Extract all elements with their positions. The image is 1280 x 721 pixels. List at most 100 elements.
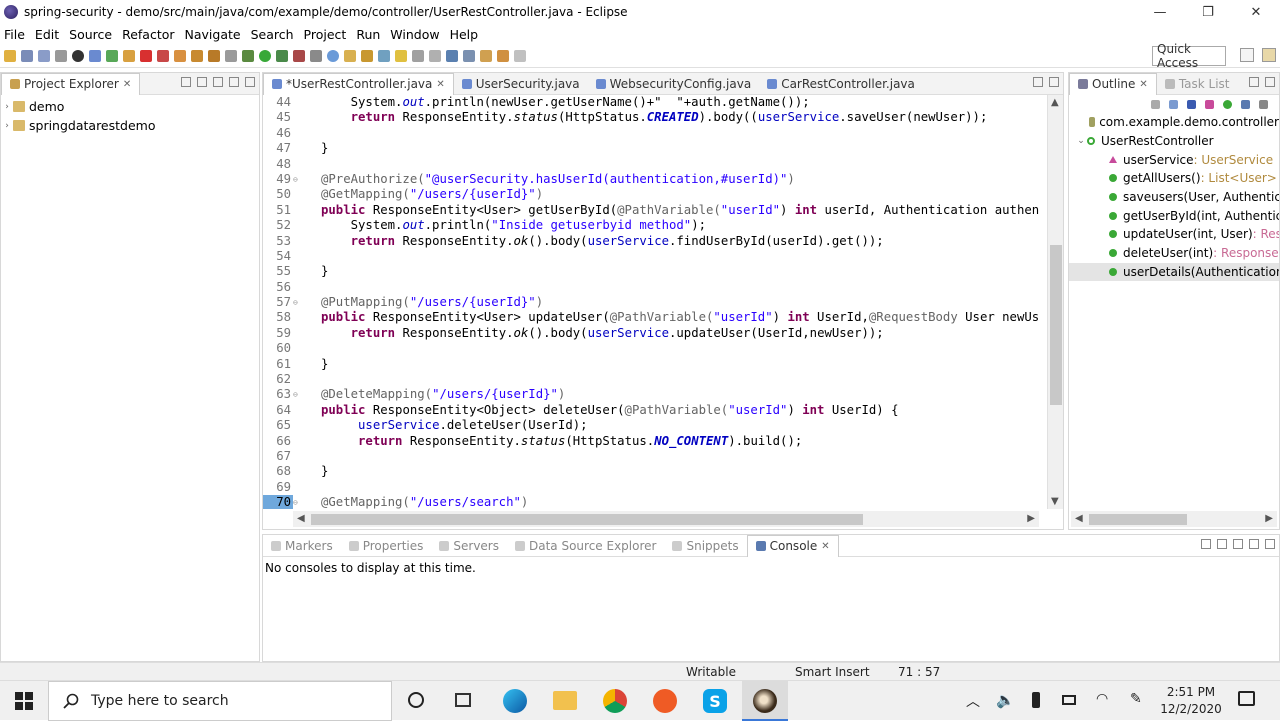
step-over-icon[interactable] <box>191 49 203 62</box>
scrollbar-thumb[interactable] <box>311 514 863 525</box>
volume-icon[interactable]: 🔈 <box>996 691 1015 709</box>
save-icon[interactable] <box>21 49 33 62</box>
tab-markers[interactable]: Markers <box>263 535 341 557</box>
tab-carrestcontroller[interactable]: CarRestController.java <box>759 73 923 95</box>
display-console-icon[interactable] <box>1201 539 1211 549</box>
maximize-view-icon[interactable] <box>1049 77 1059 87</box>
minimize-view-icon[interactable] <box>1033 77 1043 87</box>
edge-icon[interactable] <box>503 689 527 713</box>
menu-window[interactable]: Window <box>390 27 439 42</box>
coverage-icon[interactable] <box>276 49 288 62</box>
pen-icon[interactable]: ✎ <box>1130 691 1142 707</box>
drop-frame-icon[interactable] <box>225 49 237 62</box>
minimize-view-icon[interactable] <box>1249 77 1259 87</box>
outline-member[interactable]: getAllUsers() : List<User> <box>1075 169 1279 188</box>
chevron-up-icon[interactable]: ︿ <box>966 691 980 711</box>
close-icon[interactable]: ✕ <box>1139 79 1147 90</box>
print-icon[interactable] <box>55 49 67 62</box>
postman-icon[interactable] <box>653 689 677 713</box>
taskbar-clock[interactable]: 2:51 PM 12/2/2020 <box>1158 684 1224 718</box>
annotation-icon[interactable] <box>378 49 390 62</box>
menu-search[interactable]: Search <box>251 27 294 42</box>
link-editor-icon[interactable] <box>197 77 207 87</box>
back-icon[interactable] <box>497 49 509 62</box>
tab-project-explorer[interactable]: Project Explorer ✕ <box>1 72 141 95</box>
outline-package[interactable]: com.example.demo.controller <box>1075 113 1279 132</box>
tree-item-demo[interactable]: › demo <box>1 97 259 116</box>
close-icon[interactable]: ✕ <box>123 79 131 90</box>
open-console-icon[interactable] <box>1217 539 1227 549</box>
battery-icon[interactable] <box>1062 695 1076 705</box>
tab-websecurityconfig[interactable]: WebsecurityConfig.java <box>588 73 760 95</box>
scrollbar-thumb[interactable] <box>1050 245 1062 405</box>
menu-source[interactable]: Source <box>69 27 112 42</box>
chevron-down-icon[interactable]: ⌄ <box>1075 136 1087 146</box>
debug-run-icon[interactable] <box>242 49 254 62</box>
minimize-view-icon[interactable] <box>1249 539 1259 549</box>
menu-edit[interactable]: Edit <box>35 27 59 42</box>
mark-occurrences-icon[interactable] <box>395 49 407 62</box>
chevron-right-icon[interactable]: › <box>1 102 13 112</box>
close-icon[interactable]: ✕ <box>436 79 444 90</box>
chevron-right-icon[interactable]: › <box>1 121 13 131</box>
minimize-button[interactable]: — <box>1136 0 1184 24</box>
editor-horizontal-scrollbar[interactable]: ◀ ▶ <box>293 511 1039 527</box>
outline-class[interactable]: ⌄ UserRestController <box>1075 132 1279 151</box>
new-java-icon[interactable] <box>327 49 339 62</box>
view-menu-icon[interactable] <box>1233 539 1243 549</box>
menu-refactor[interactable]: Refactor <box>122 27 174 42</box>
tab-servers[interactable]: Servers <box>431 535 507 557</box>
maximize-view-icon[interactable] <box>245 77 255 87</box>
phone-icon[interactable] <box>1032 692 1040 708</box>
wifi-icon[interactable]: ◠ <box>1096 691 1108 707</box>
external-tools-icon[interactable] <box>293 49 305 62</box>
tab-snippets[interactable]: Snippets <box>664 535 746 557</box>
open-perspective-icon[interactable] <box>1240 48 1254 62</box>
hide-fields-icon[interactable] <box>1187 99 1196 109</box>
java-perspective-icon[interactable] <box>1262 48 1276 62</box>
outline-member[interactable]: userService : UserService <box>1075 150 1279 169</box>
last-edit-icon[interactable] <box>480 49 492 62</box>
terminate-icon[interactable] <box>140 49 152 62</box>
scroll-left-icon[interactable]: ◀ <box>297 513 305 524</box>
scroll-up-icon[interactable]: ▲ <box>1051 97 1059 108</box>
scroll-right-icon[interactable]: ▶ <box>1265 513 1273 524</box>
forward-icon[interactable] <box>514 49 526 62</box>
outline-member-selected[interactable]: userDetails(Authentication, St <box>1069 262 1279 282</box>
tab-task-list[interactable]: Task List <box>1157 73 1238 95</box>
show-whitespace-icon[interactable] <box>429 49 441 62</box>
outline-member[interactable]: saveusers(User, Authenticatio <box>1075 188 1279 207</box>
cortana-icon[interactable] <box>408 692 424 708</box>
chrome-icon[interactable] <box>603 689 627 713</box>
task-view-icon[interactable] <box>455 693 471 707</box>
menu-project[interactable]: Project <box>304 27 347 42</box>
maximize-view-icon[interactable] <box>1265 77 1275 87</box>
view-menu-icon[interactable] <box>1259 99 1268 109</box>
windows-start-icon[interactable] <box>15 692 33 710</box>
new-icon[interactable] <box>4 49 16 62</box>
tab-outline[interactable]: Outline ✕ <box>1069 72 1157 95</box>
debug-icon[interactable] <box>72 49 84 62</box>
resume-icon[interactable] <box>106 49 118 62</box>
outline-member[interactable]: getUserById(int, Authenticatic <box>1075 206 1279 225</box>
suspend-icon[interactable] <box>123 49 135 62</box>
file-explorer-icon[interactable] <box>553 691 577 710</box>
tab-userrestcontroller[interactable]: *UserRestController.java ✕ <box>263 72 454 95</box>
maximize-button[interactable]: ❐ <box>1184 0 1232 24</box>
skype-icon[interactable]: S <box>703 689 727 713</box>
hide-local-types-icon[interactable] <box>1241 99 1250 109</box>
outline-member[interactable]: deleteUser(int) : ResponseEnti <box>1075 244 1279 263</box>
next-annotation-icon[interactable] <box>446 49 458 62</box>
collapse-all-icon[interactable] <box>181 77 191 87</box>
skip-icon[interactable] <box>89 49 101 62</box>
step-return-icon[interactable] <box>208 49 220 62</box>
close-icon[interactable]: ✕ <box>821 541 829 552</box>
run-icon[interactable] <box>259 49 271 62</box>
taskbar-search-box[interactable]: Type here to search <box>48 681 392 721</box>
maximize-view-icon[interactable] <box>1265 539 1275 549</box>
tab-data-source-explorer[interactable]: Data Source Explorer <box>507 535 664 557</box>
scroll-right-icon[interactable]: ▶ <box>1027 513 1035 524</box>
prev-annotation-icon[interactable] <box>463 49 475 62</box>
hide-static-icon[interactable] <box>1205 99 1214 109</box>
save-all-icon[interactable] <box>38 49 50 62</box>
